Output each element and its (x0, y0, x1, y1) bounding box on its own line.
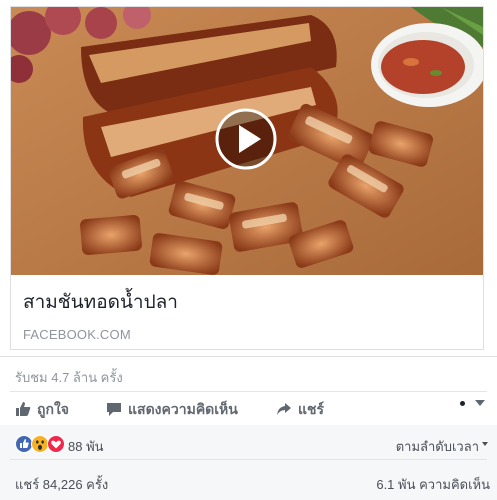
comment-button[interactable]: แสดงความคิดเห็น (106, 399, 238, 421)
love-icon (47, 435, 65, 458)
shared-video-card[interactable]: สามชันทอดน้ำปลา FACEBOOK.COM (10, 6, 484, 350)
reaction-icons[interactable] (15, 435, 65, 458)
share-button[interactable]: แชร์ (276, 399, 324, 421)
share-count[interactable]: แชร์ 84,226 ครั้ง (15, 474, 108, 495)
divider (10, 459, 487, 460)
like-label: ถูกใจ (37, 401, 69, 417)
share-label: แชร์ (298, 401, 325, 417)
comment-count[interactable]: 6.1 พัน ความคิดเห็น (376, 474, 490, 495)
chevron-down-icon (475, 400, 485, 406)
action-bar: ถูกใจ แสดงความคิดเห็น แชร์ (0, 392, 497, 424)
thumbs-up-icon (15, 401, 37, 420)
dot-icon (460, 400, 465, 406)
play-icon[interactable] (215, 108, 277, 170)
link-title[interactable]: สามชันทอดน้ำปลา (23, 287, 178, 317)
video-thumbnail[interactable] (11, 7, 483, 275)
audience-menu[interactable] (460, 400, 485, 406)
comment-sort-dropdown[interactable]: ตามลำดับเวลา (396, 436, 488, 457)
chevron-down-icon (482, 441, 488, 446)
divider (0, 356, 497, 357)
reactions-bar: 88 พัน ตามลำดับเวลา แชร์ 84,226 ครั้ง 6.… (0, 425, 497, 500)
sort-label: ตามลำดับเวลา (395, 439, 479, 454)
view-count: รับชม 4.7 ล้าน ครั้ง (15, 370, 123, 385)
like-button[interactable]: ถูกใจ (15, 399, 69, 421)
comment-label: แสดงความคิดเห็น (128, 401, 238, 417)
comment-icon (106, 401, 128, 420)
share-arrow-icon (276, 401, 298, 420)
link-domain: FACEBOOK.COM (23, 327, 131, 342)
reaction-count[interactable]: 88 พัน (68, 436, 104, 457)
